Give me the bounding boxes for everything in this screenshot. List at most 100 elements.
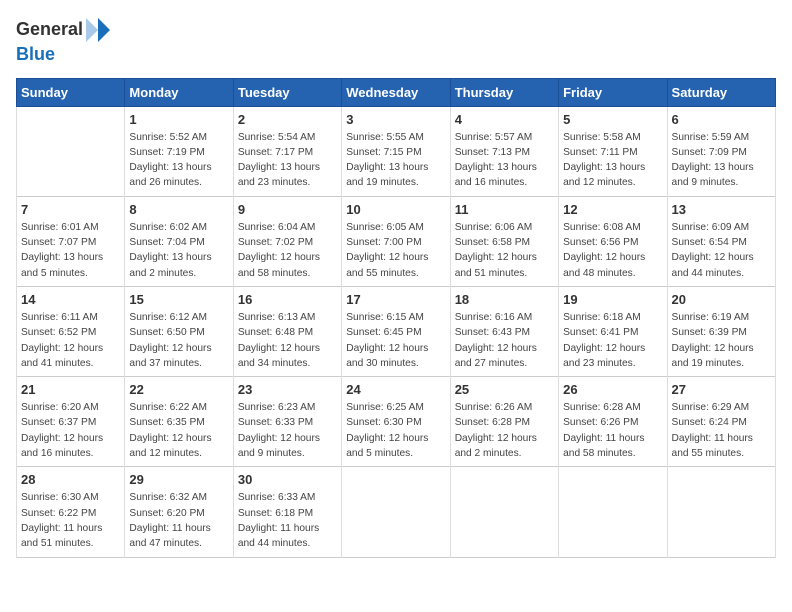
- day-info: Sunrise: 5:54 AMSunset: 7:17 PMDaylight:…: [238, 130, 337, 191]
- calendar-cell: 14 Sunrise: 6:11 AMSunset: 6:52 PMDayligh…: [17, 286, 125, 376]
- calendar-cell: [559, 467, 667, 557]
- day-info: Sunrise: 6:01 AMSunset: 7:07 PMDaylight:…: [21, 220, 120, 281]
- day-info: Sunrise: 6:22 AMSunset: 6:35 PMDaylight:…: [129, 400, 228, 461]
- day-info: Sunrise: 6:30 AMSunset: 6:22 PMDaylight:…: [21, 490, 120, 551]
- calendar-cell: 20 Sunrise: 6:19 AMSunset: 6:39 PMDayligh…: [667, 286, 775, 376]
- day-number: 23: [238, 382, 337, 397]
- page-container: General Blue SundayMondayTuesdayWednesda…: [0, 0, 792, 568]
- weekday-header-thursday: Thursday: [450, 78, 558, 106]
- day-number: 30: [238, 472, 337, 487]
- calendar-cell: 12 Sunrise: 6:08 AMSunset: 6:56 PMDayligh…: [559, 196, 667, 286]
- day-info: Sunrise: 6:32 AMSunset: 6:20 PMDaylight:…: [129, 490, 228, 551]
- calendar-cell: 2 Sunrise: 5:54 AMSunset: 7:17 PMDaylight…: [233, 106, 341, 196]
- day-info: Sunrise: 6:05 AMSunset: 7:00 PMDaylight:…: [346, 220, 445, 281]
- calendar-table: SundayMondayTuesdayWednesdayThursdayFrid…: [16, 78, 776, 558]
- day-number: 21: [21, 382, 120, 397]
- calendar-cell: 19Sunrise: 6:18 AMSunset: 6:41 PMDayligh…: [559, 286, 667, 376]
- day-number: 16: [238, 292, 337, 307]
- weekday-header-monday: Monday: [125, 78, 233, 106]
- day-number: 28: [21, 472, 120, 487]
- day-number: 11: [455, 202, 554, 217]
- calendar-cell: [450, 467, 558, 557]
- calendar-week-row: 7 Sunrise: 6:01 AMSunset: 7:07 PMDaylight…: [17, 196, 776, 286]
- day-info: Sunrise: 5:55 AMSunset: 7:15 PMDaylight:…: [346, 130, 445, 191]
- day-info: Sunrise: 6:02 AMSunset: 7:04 PMDaylight:…: [129, 220, 228, 281]
- day-number: 27: [672, 382, 771, 397]
- logo-flag-icon: [84, 16, 112, 44]
- day-number: 4: [455, 112, 554, 127]
- day-number: 13: [672, 202, 771, 217]
- day-number: 7: [21, 202, 120, 217]
- day-number: 14: [21, 292, 120, 307]
- calendar-cell: [17, 106, 125, 196]
- day-number: 1: [129, 112, 228, 127]
- day-number: 2: [238, 112, 337, 127]
- calendar-cell: 10 Sunrise: 6:05 AMSunset: 7:00 PMDayligh…: [342, 196, 450, 286]
- calendar-cell: 26 Sunrise: 6:28 AMSunset: 6:26 PMDayligh…: [559, 377, 667, 467]
- day-info: Sunrise: 6:12 AMSunset: 6:50 PMDaylight:…: [129, 310, 228, 371]
- day-info: Sunrise: 5:59 AMSunset: 7:09 PMDaylight:…: [672, 130, 771, 191]
- calendar-cell: [667, 467, 775, 557]
- calendar-cell: 4 Sunrise: 5:57 AMSunset: 7:13 PMDaylight…: [450, 106, 558, 196]
- day-info: Sunrise: 6:19 AMSunset: 6:39 PMDaylight:…: [672, 310, 771, 371]
- calendar-cell: 13 Sunrise: 6:09 AMSunset: 6:54 PMDayligh…: [667, 196, 775, 286]
- day-info: Sunrise: 6:15 AMSunset: 6:45 PMDaylight:…: [346, 310, 445, 371]
- calendar-cell: [342, 467, 450, 557]
- header: General Blue: [16, 16, 776, 66]
- day-info: Sunrise: 5:52 AMSunset: 7:19 PMDaylight:…: [129, 130, 228, 191]
- calendar-cell: 17Sunrise: 6:15 AMSunset: 6:45 PMDayligh…: [342, 286, 450, 376]
- day-number: 12: [563, 202, 662, 217]
- day-info: Sunrise: 6:08 AMSunset: 6:56 PMDaylight:…: [563, 220, 662, 281]
- day-info: Sunrise: 6:29 AMSunset: 6:24 PMDaylight:…: [672, 400, 771, 461]
- day-info: Sunrise: 6:28 AMSunset: 6:26 PMDaylight:…: [563, 400, 662, 461]
- calendar-cell: 18 Sunrise: 6:16 AMSunset: 6:43 PMDayligh…: [450, 286, 558, 376]
- day-number: 10: [346, 202, 445, 217]
- day-info: Sunrise: 6:13 AMSunset: 6:48 PMDaylight:…: [238, 310, 337, 371]
- day-number: 3: [346, 112, 445, 127]
- weekday-header-tuesday: Tuesday: [233, 78, 341, 106]
- weekday-header-saturday: Saturday: [667, 78, 775, 106]
- day-number: 8: [129, 202, 228, 217]
- day-number: 15: [129, 292, 228, 307]
- calendar-cell: 9Sunrise: 6:04 AMSunset: 7:02 PMDaylight…: [233, 196, 341, 286]
- calendar-cell: 29 Sunrise: 6:32 AMSunset: 6:20 PMDayligh…: [125, 467, 233, 557]
- day-number: 22: [129, 382, 228, 397]
- calendar-cell: 24 Sunrise: 6:25 AMSunset: 6:30 PMDayligh…: [342, 377, 450, 467]
- calendar-cell: 22 Sunrise: 6:22 AMSunset: 6:35 PMDayligh…: [125, 377, 233, 467]
- day-info: Sunrise: 6:11 AMSunset: 6:52 PMDaylight:…: [21, 310, 120, 371]
- day-info: Sunrise: 6:23 AMSunset: 6:33 PMDaylight:…: [238, 400, 337, 461]
- calendar-cell: 28 Sunrise: 6:30 AMSunset: 6:22 PMDayligh…: [17, 467, 125, 557]
- calendar-cell: 6Sunrise: 5:59 AMSunset: 7:09 PMDaylight…: [667, 106, 775, 196]
- day-info: Sunrise: 5:57 AMSunset: 7:13 PMDaylight:…: [455, 130, 554, 191]
- calendar-cell: 23 Sunrise: 6:23 AMSunset: 6:33 PMDayligh…: [233, 377, 341, 467]
- calendar-cell: 3 Sunrise: 5:55 AMSunset: 7:15 PMDaylight…: [342, 106, 450, 196]
- day-info: Sunrise: 6:26 AMSunset: 6:28 PMDaylight:…: [455, 400, 554, 461]
- calendar-week-row: 21 Sunrise: 6:20 AMSunset: 6:37 PMDayligh…: [17, 377, 776, 467]
- day-info: Sunrise: 6:20 AMSunset: 6:37 PMDaylight:…: [21, 400, 120, 461]
- day-number: 18: [455, 292, 554, 307]
- calendar-cell: 11Sunrise: 6:06 AMSunset: 6:58 PMDayligh…: [450, 196, 558, 286]
- calendar-week-row: 14 Sunrise: 6:11 AMSunset: 6:52 PMDayligh…: [17, 286, 776, 376]
- day-info: Sunrise: 6:25 AMSunset: 6:30 PMDaylight:…: [346, 400, 445, 461]
- calendar-week-row: 28 Sunrise: 6:30 AMSunset: 6:22 PMDayligh…: [17, 467, 776, 557]
- day-info: Sunrise: 6:16 AMSunset: 6:43 PMDaylight:…: [455, 310, 554, 371]
- day-number: 5: [563, 112, 662, 127]
- logo-blue-text: Blue: [16, 44, 55, 64]
- day-number: 26: [563, 382, 662, 397]
- day-number: 20: [672, 292, 771, 307]
- calendar-cell: 25 Sunrise: 6:26 AMSunset: 6:28 PMDayligh…: [450, 377, 558, 467]
- day-info: Sunrise: 6:33 AMSunset: 6:18 PMDaylight:…: [238, 490, 337, 551]
- day-number: 24: [346, 382, 445, 397]
- calendar-cell: 30 Sunrise: 6:33 AMSunset: 6:18 PMDayligh…: [233, 467, 341, 557]
- calendar-cell: 1 Sunrise: 5:52 AMSunset: 7:19 PMDaylight…: [125, 106, 233, 196]
- weekday-header-sunday: Sunday: [17, 78, 125, 106]
- calendar-cell: 7 Sunrise: 6:01 AMSunset: 7:07 PMDaylight…: [17, 196, 125, 286]
- day-number: 19: [563, 292, 662, 307]
- calendar-cell: 5 Sunrise: 5:58 AMSunset: 7:11 PMDaylight…: [559, 106, 667, 196]
- logo: General Blue: [16, 16, 113, 66]
- day-info: Sunrise: 6:09 AMSunset: 6:54 PMDaylight:…: [672, 220, 771, 281]
- day-info: Sunrise: 5:58 AMSunset: 7:11 PMDaylight:…: [563, 130, 662, 191]
- day-number: 25: [455, 382, 554, 397]
- day-number: 29: [129, 472, 228, 487]
- calendar-cell: 16 Sunrise: 6:13 AMSunset: 6:48 PMDayligh…: [233, 286, 341, 376]
